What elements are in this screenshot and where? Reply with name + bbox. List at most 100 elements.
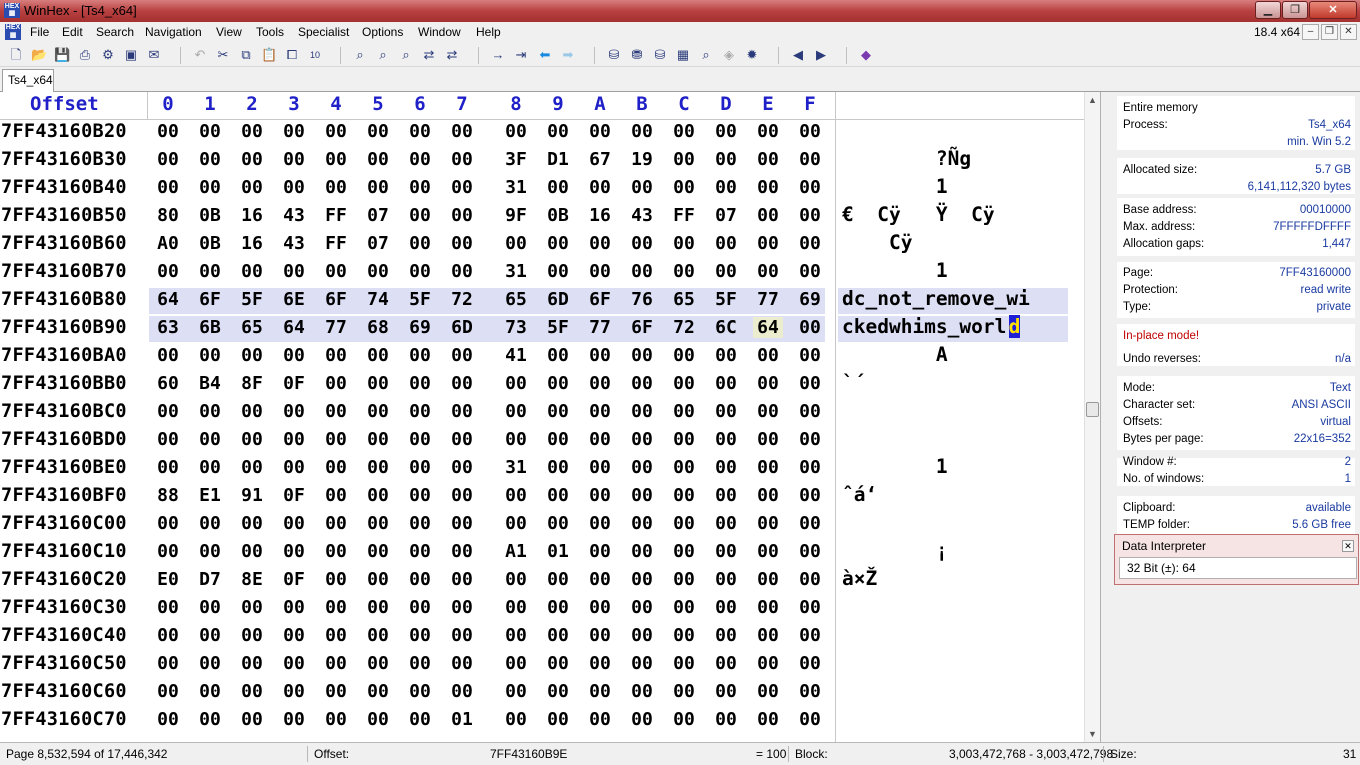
hex-byte[interactable]: 00 bbox=[669, 541, 699, 562]
hex-byte[interactable]: 3F bbox=[501, 149, 531, 170]
winhex-logo-icon[interactable]: HEX ▦ bbox=[4, 3, 20, 18]
hex-byte[interactable]: 16 bbox=[585, 205, 615, 226]
menu-view[interactable]: View bbox=[216, 25, 242, 39]
hex-byte[interactable]: 00 bbox=[363, 485, 393, 506]
menu-search[interactable]: Search bbox=[96, 25, 134, 39]
hex-byte[interactable]: 64 bbox=[153, 289, 183, 310]
hex-byte[interactable]: 00 bbox=[363, 149, 393, 170]
offset-cell[interactable]: 7FF43160BF0 bbox=[1, 485, 127, 506]
hex-byte[interactable]: 00 bbox=[753, 541, 783, 562]
hex-byte[interactable]: 00 bbox=[447, 653, 477, 674]
hex-byte[interactable]: 0F bbox=[279, 485, 309, 506]
hex-byte[interactable]: 00 bbox=[237, 597, 267, 618]
hex-byte[interactable]: 00 bbox=[279, 149, 309, 170]
hex-byte[interactable]: 00 bbox=[447, 569, 477, 590]
hex-byte[interactable]: 00 bbox=[795, 513, 825, 534]
hex-byte[interactable]: 00 bbox=[237, 345, 267, 366]
hex-byte[interactable]: 00 bbox=[795, 681, 825, 702]
hex-byte[interactable]: 00 bbox=[501, 625, 531, 646]
hex-byte[interactable]: 00 bbox=[585, 681, 615, 702]
hex-byte[interactable]: 00 bbox=[363, 401, 393, 422]
hex-byte[interactable]: 65 bbox=[669, 289, 699, 310]
menu-help[interactable]: Help bbox=[476, 25, 501, 39]
hex-byte[interactable]: 00 bbox=[543, 485, 573, 506]
replace-hex-icon[interactable]: ⇄ bbox=[444, 47, 460, 63]
hex-byte[interactable]: 00 bbox=[195, 429, 225, 450]
hex-byte[interactable]: 00 bbox=[795, 177, 825, 198]
hex-byte[interactable]: 00 bbox=[627, 401, 657, 422]
previous-icon[interactable]: ◀ bbox=[790, 47, 806, 63]
options-icon[interactable]: ▣ bbox=[123, 47, 139, 63]
find-text-icon[interactable]: ⌕ bbox=[352, 47, 368, 63]
data-interpreter-window[interactable]: Data Interpreter ✕ 32 Bit (±): 64 bbox=[1114, 534, 1359, 585]
hex-byte[interactable]: 00 bbox=[711, 597, 741, 618]
hex-byte[interactable]: 00 bbox=[405, 373, 435, 394]
binary-icon[interactable]: 10 bbox=[307, 47, 323, 63]
hex-byte[interactable]: 00 bbox=[363, 121, 393, 142]
hex-byte[interactable]: 6C bbox=[711, 317, 741, 338]
hex-byte[interactable]: 00 bbox=[237, 121, 267, 142]
hex-byte[interactable]: 00 bbox=[447, 373, 477, 394]
hex-byte[interactable]: 01 bbox=[543, 541, 573, 562]
hex-byte[interactable]: 00 bbox=[795, 485, 825, 506]
hex-byte[interactable]: 00 bbox=[501, 429, 531, 450]
open-folder-icon[interactable]: 📂 bbox=[31, 47, 47, 63]
hex-byte[interactable]: 00 bbox=[363, 709, 393, 730]
hex-byte[interactable]: 00 bbox=[753, 709, 783, 730]
hex-byte[interactable]: 00 bbox=[321, 429, 351, 450]
hex-byte[interactable]: 00 bbox=[543, 261, 573, 282]
hex-byte[interactable]: 00 bbox=[501, 513, 531, 534]
hex-byte[interactable]: 01 bbox=[447, 709, 477, 730]
hex-byte[interactable]: 00 bbox=[669, 625, 699, 646]
hex-byte[interactable]: 00 bbox=[543, 429, 573, 450]
next-icon[interactable]: ▶ bbox=[813, 47, 829, 63]
hex-byte[interactable]: 00 bbox=[321, 513, 351, 534]
hex-byte[interactable]: 00 bbox=[753, 597, 783, 618]
hex-byte[interactable]: 00 bbox=[501, 597, 531, 618]
hex-byte[interactable]: 00 bbox=[279, 401, 309, 422]
hex-byte[interactable]: 00 bbox=[627, 709, 657, 730]
offset-cell[interactable]: 7FF43160C60 bbox=[1, 681, 127, 702]
hex-byte[interactable]: 00 bbox=[753, 149, 783, 170]
maximize-button[interactable]: ❐ bbox=[1282, 1, 1308, 19]
menu-file[interactable]: File bbox=[30, 25, 49, 39]
hex-byte[interactable]: 00 bbox=[753, 513, 783, 534]
hex-byte[interactable]: 00 bbox=[363, 541, 393, 562]
hex-byte[interactable]: 00 bbox=[585, 457, 615, 478]
hex-byte[interactable]: 00 bbox=[447, 233, 477, 254]
hex-byte[interactable]: 00 bbox=[321, 345, 351, 366]
goto-page-icon[interactable]: ⇥ bbox=[513, 47, 529, 63]
hex-byte[interactable]: 6F bbox=[195, 289, 225, 310]
hex-byte[interactable]: 00 bbox=[237, 429, 267, 450]
hex-byte[interactable]: 43 bbox=[627, 205, 657, 226]
menu-window[interactable]: Window bbox=[418, 25, 461, 39]
hex-byte[interactable]: 00 bbox=[711, 541, 741, 562]
hex-byte[interactable]: 69 bbox=[405, 317, 435, 338]
hex-byte[interactable]: 00 bbox=[447, 541, 477, 562]
hex-byte[interactable]: 00 bbox=[795, 541, 825, 562]
hex-byte[interactable]: 00 bbox=[711, 121, 741, 142]
scroll-thumb[interactable] bbox=[1086, 402, 1099, 417]
hex-byte[interactable]: 00 bbox=[279, 513, 309, 534]
hex-byte[interactable]: 00 bbox=[627, 625, 657, 646]
hex-byte[interactable]: 00 bbox=[585, 625, 615, 646]
disk-clone-icon[interactable]: ⛁ bbox=[652, 47, 668, 63]
menu-tools[interactable]: Tools bbox=[256, 25, 284, 39]
hex-byte[interactable]: 00 bbox=[153, 457, 183, 478]
hex-byte[interactable]: 00 bbox=[543, 121, 573, 142]
hex-byte[interactable]: 00 bbox=[669, 233, 699, 254]
hex-byte[interactable]: 00 bbox=[795, 233, 825, 254]
hex-byte[interactable]: 00 bbox=[753, 569, 783, 590]
hex-byte[interactable]: 00 bbox=[585, 541, 615, 562]
hex-byte[interactable]: 00 bbox=[711, 709, 741, 730]
hex-byte[interactable]: 00 bbox=[669, 653, 699, 674]
text-cell[interactable]: A bbox=[842, 343, 948, 366]
hex-byte[interactable]: 00 bbox=[627, 541, 657, 562]
menu-navigation[interactable]: Navigation bbox=[145, 25, 202, 39]
hex-byte[interactable]: 00 bbox=[669, 149, 699, 170]
document-icon[interactable]: HEX ▦ bbox=[5, 24, 21, 40]
hex-byte[interactable]: 00 bbox=[585, 121, 615, 142]
hex-byte[interactable]: 00 bbox=[627, 345, 657, 366]
hex-byte[interactable]: 00 bbox=[585, 233, 615, 254]
hex-byte[interactable]: 00 bbox=[195, 541, 225, 562]
